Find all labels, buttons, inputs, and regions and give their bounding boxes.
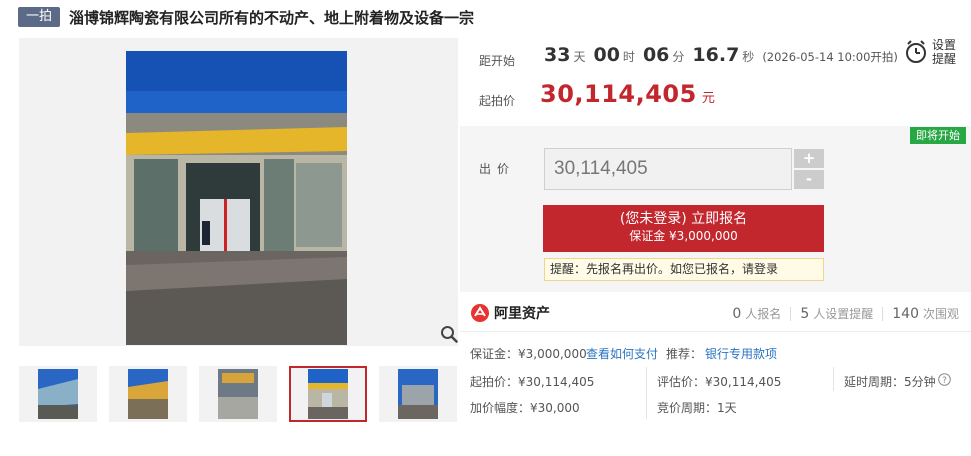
start-price-value: 30,114,405 bbox=[540, 80, 697, 108]
thumbnail-strip bbox=[19, 366, 458, 426]
view-label: 次围观 bbox=[922, 307, 959, 321]
appraisal-info: 评估价：¥30,114,405 bbox=[657, 375, 782, 389]
view-count: 140 bbox=[892, 306, 919, 322]
signup-deposit-label: 保证金 ¥3,000,000 bbox=[629, 229, 738, 243]
details-divider bbox=[833, 367, 834, 391]
countdown-days: 33 bbox=[544, 44, 571, 66]
status-badge: 即将开始 bbox=[910, 127, 966, 144]
thumbnail-4-active[interactable] bbox=[289, 366, 367, 422]
signed-label: 人报名 bbox=[745, 307, 782, 321]
thumbnail-1[interactable] bbox=[19, 366, 97, 422]
signup-button[interactable]: (您未登录) 立即报名 保证金 ¥3,000,000 bbox=[543, 205, 824, 252]
countdown-minutes-unit: 分 bbox=[672, 50, 685, 64]
set-reminder-button[interactable]: 设置 提醒 bbox=[904, 38, 964, 66]
start-price-info: 起拍价：¥30,114,405 bbox=[470, 375, 595, 389]
bid-decrease-button[interactable]: - bbox=[794, 170, 824, 189]
zoom-icon[interactable] bbox=[440, 325, 458, 343]
organizer-row: 阿里资产 0 人报名 5 人设置提醒 140 次围观 bbox=[460, 294, 971, 332]
auction-round-badge: 一拍 bbox=[18, 7, 61, 27]
organizer-name: 阿里资产 bbox=[494, 306, 550, 322]
thumbnail-3[interactable] bbox=[199, 366, 277, 422]
auction-info-panel: 距开始 33 天 00 时 06 分 16.7 秒 (2026-05-14 10… bbox=[460, 32, 971, 126]
reminder-label-line1: 设置 bbox=[932, 38, 957, 52]
countdown-start-time: (2026-05-14 10:00开拍) bbox=[762, 50, 898, 64]
countdown-seconds-unit: 秒 bbox=[742, 50, 755, 64]
reminder-label-line2: 提醒 bbox=[932, 52, 957, 66]
delay-period-info: 延时周期：5分钟 bbox=[844, 375, 936, 389]
remind-label: 人设置提醒 bbox=[813, 307, 874, 321]
clock-remind-icon bbox=[906, 40, 926, 63]
start-price-label: 起拍价 bbox=[479, 94, 516, 108]
countdown-days-unit: 天 bbox=[573, 50, 586, 64]
start-price-unit: 元 bbox=[701, 91, 715, 106]
signup-tip: 提醒：先报名再出价。如您已报名，请登录 bbox=[544, 258, 824, 281]
increment-info: 加价幅度：¥30,000 bbox=[470, 401, 580, 415]
how-to-pay-link[interactable]: 查看如何支付 bbox=[586, 345, 658, 362]
auction-details: 保证金：¥3,000,000 查看如何支付 推荐： 银行专用款项 起拍价：¥30… bbox=[460, 333, 971, 456]
signup-main-label: (您未登录) 立即报名 bbox=[619, 211, 748, 227]
bid-period-info: 竞价周期：1天 bbox=[657, 401, 737, 415]
countdown-hours-unit: 时 bbox=[622, 50, 635, 64]
bid-amount-input[interactable]: 30,114,405 bbox=[544, 148, 792, 190]
reminder-label: 设置 提醒 bbox=[932, 38, 956, 66]
main-image-viewer[interactable] bbox=[19, 38, 458, 346]
bid-increase-button[interactable]: + bbox=[794, 149, 824, 168]
bid-label: 出价 bbox=[479, 162, 516, 176]
countdown-hours: 00 bbox=[593, 44, 620, 66]
bank-payment-link[interactable]: 银行专用款项 bbox=[705, 345, 777, 362]
thumbnail-2[interactable] bbox=[109, 366, 187, 422]
countdown-label: 距开始 bbox=[479, 54, 516, 68]
title-row: 一拍 淄博锦辉陶瓷有限公司所有的不动产、地上附着物及设备一宗 bbox=[18, 6, 474, 28]
countdown-minutes: 06 bbox=[642, 44, 670, 66]
auction-stats: 0 人报名 5 人设置提醒 140 次围观 bbox=[732, 305, 959, 322]
organizer-logo[interactable]: 阿里资产 bbox=[470, 303, 550, 323]
details-divider bbox=[646, 367, 647, 419]
remind-count: 5 bbox=[800, 306, 810, 322]
stats-divider bbox=[790, 306, 792, 321]
main-photo bbox=[126, 51, 347, 345]
help-icon[interactable]: ? bbox=[938, 373, 951, 386]
countdown-seconds: 16.7 bbox=[692, 44, 740, 66]
stats-divider bbox=[882, 306, 884, 321]
svg-text:?: ? bbox=[942, 376, 947, 386]
deposit-info: 保证金：¥3,000,000 bbox=[470, 347, 587, 361]
thumbnail-5[interactable] bbox=[379, 366, 457, 422]
start-price: 30,114,405 元 bbox=[540, 80, 715, 108]
countdown-timer: 33 天 00 时 06 分 16.7 秒 (2026-05-14 10:00开… bbox=[544, 44, 898, 66]
alibaba-asset-logo bbox=[471, 304, 489, 322]
recommend-label: 推荐： bbox=[666, 347, 703, 361]
signed-count: 0 bbox=[732, 306, 742, 322]
page-title: 淄博锦辉陶瓷有限公司所有的不动产、地上附着物及设备一宗 bbox=[69, 8, 475, 27]
